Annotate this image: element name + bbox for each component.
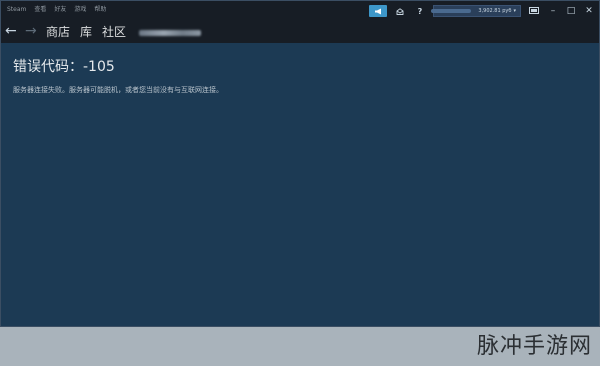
account-dropdown[interactable]: 3,902.81 руб ▾ [431,5,521,17]
nav-community[interactable]: 社区 [102,24,126,40]
menu-games[interactable]: 游戏 [74,6,86,14]
account-name-blurred [431,9,471,13]
announcements-button[interactable] [369,5,387,17]
menu-view[interactable]: 查看 [34,6,46,14]
nav-bar: ← → 商店 库 社区 [1,21,599,43]
watermark-text: 脉冲手游网 [476,334,592,359]
close-button[interactable]: ✕ [583,6,595,16]
steam-window: Steam 查看 好友 游戏 帮助 ? 3,902.81 руб ▾ – □ ✕… [0,0,600,327]
menu-friends[interactable]: 好友 [54,6,66,14]
error-description: 服务器连接失败。服务器可能脱机，或者您当前没有与互联网连接。 [13,86,223,94]
notifications-button[interactable] [393,5,407,17]
top-right-controls: ? 3,902.81 руб ▾ – □ ✕ [369,4,595,18]
menu-steam[interactable]: Steam [7,6,26,14]
restore-button[interactable]: □ [565,6,577,16]
main-content: 错误代码：-105 服务器连接失败。服务器可能脱机，或者您当前没有与互联网连接。 [1,43,599,326]
error-title: 错误代码：-105 [13,59,115,75]
nav-store[interactable]: 商店 [46,24,70,40]
minimize-button[interactable]: – [547,6,559,16]
monitor-icon [529,7,539,14]
nav-library[interactable]: 库 [80,24,92,40]
chevron-down-icon: ▾ [513,8,516,14]
forward-arrow-icon[interactable]: → [25,23,37,39]
menu-items: Steam 查看 好友 游戏 帮助 [7,6,106,14]
menu-bar: Steam 查看 好友 游戏 帮助 ? 3,902.81 руб ▾ – □ ✕ [1,1,599,21]
nav-username-blurred[interactable] [139,30,201,36]
nav-links: 商店 库 社区 [46,24,126,40]
big-picture-button[interactable] [527,5,541,17]
wallet-balance: 3,902.81 руб [478,8,512,14]
help-button[interactable]: ? [413,5,427,17]
megaphone-icon [374,8,381,14]
back-arrow-icon[interactable]: ← [5,23,17,39]
envelope-icon [396,7,404,15]
menu-help[interactable]: 帮助 [94,6,106,14]
